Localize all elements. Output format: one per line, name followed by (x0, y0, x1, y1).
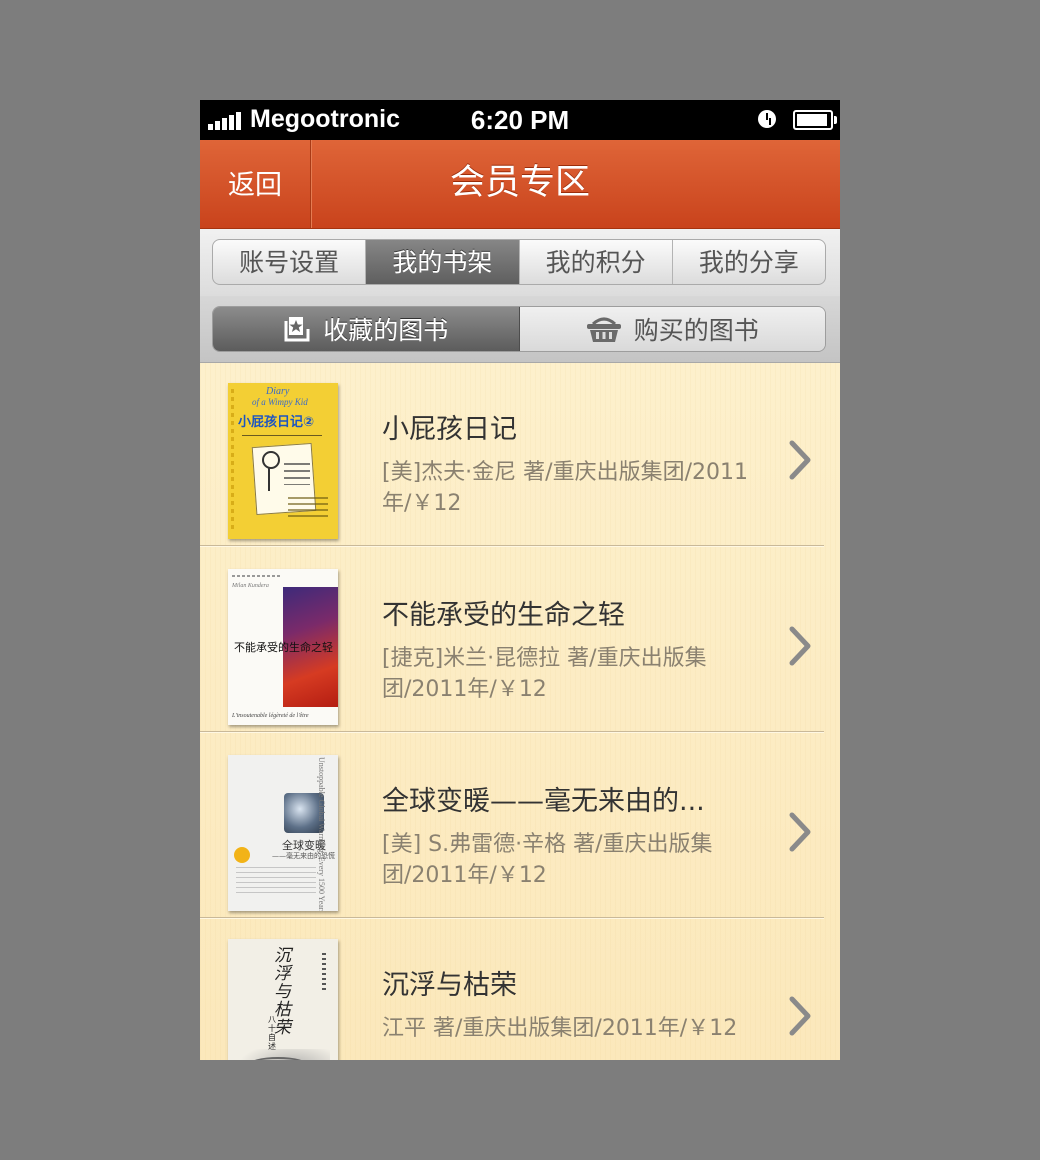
battery-icon (793, 110, 837, 130)
subtab-strip: 收藏的图书 购买的图书 (200, 296, 840, 363)
book-title: 沉浮与枯荣 (382, 970, 517, 1001)
chevron-right-icon (789, 996, 811, 1036)
status-bar: Megootronic 6:20 PM (200, 100, 840, 140)
book-cover: Diary of a Wimpy Kid 小屁孩日记② (228, 383, 338, 539)
list-item[interactable]: 全球变暖 ——毫无来由的恐慌 Unstoppable Global Warmin… (200, 735, 840, 919)
book-meta: [美] S.弗雷德·辛格 著/重庆出版集团/2011年/￥12 (382, 832, 713, 888)
list-item[interactable]: Diary of a Wimpy Kid 小屁孩日记② 小屁孩日记 [美]杰夫·… (200, 363, 840, 547)
book-meta: [美]杰夫·金尼 著/重庆出版集团/2011年/￥12 (382, 460, 748, 516)
book-cover: 沉浮与枯荣 八十自述 (228, 939, 338, 1060)
nav-bar: 返回 会员专区 (200, 140, 840, 229)
book-list: Diary of a Wimpy Kid 小屁孩日记② 小屁孩日记 [美]杰夫·… (200, 363, 840, 1060)
list-item[interactable]: Milan Kundera 不能承受的生命之轻 L'insoutenable l… (200, 549, 840, 733)
tab-account-settings[interactable]: 账号设置 (213, 240, 367, 284)
book-meta: 江平 著/重庆出版集团/2011年/￥12 (382, 1016, 738, 1041)
book-title: 不能承受的生命之轻 (382, 600, 625, 631)
tab-my-shares[interactable]: 我的分享 (673, 240, 825, 284)
tab-my-points[interactable]: 我的积分 (520, 240, 673, 284)
book-title: 全球变暖——毫无来由的... (382, 786, 705, 817)
row-divider (200, 731, 824, 733)
book-cover: Milan Kundera 不能承受的生命之轻 L'insoutenable l… (228, 569, 338, 725)
subtab-label: 收藏的图书 (323, 316, 449, 345)
book-meta: [捷克]米兰·昆德拉 著/重庆出版集团/2011年/￥12 (382, 646, 707, 702)
row-divider (200, 545, 824, 547)
chevron-right-icon (789, 812, 811, 852)
tab-my-bookshelf[interactable]: 我的书架 (366, 240, 520, 284)
subtab-bar: 收藏的图书 购买的图书 (212, 306, 826, 352)
status-time: 6:20 PM (470, 105, 570, 135)
chevron-right-icon (789, 626, 811, 666)
tab-bar: 账号设置 我的书架 我的积分 我的分享 (212, 239, 826, 285)
book-title: 小屁孩日记 (382, 414, 517, 445)
subtab-purchased-books[interactable]: 购买的图书 (519, 307, 825, 351)
subtab-favorite-books[interactable]: 收藏的图书 (213, 307, 520, 351)
clock-icon (758, 110, 776, 128)
back-button[interactable]: 返回 (200, 140, 311, 228)
chevron-right-icon (789, 440, 811, 480)
book-cover: 全球变暖 ——毫无来由的恐慌 Unstoppable Global Warmin… (228, 755, 338, 911)
basket-icon (586, 317, 621, 342)
list-item[interactable]: 沉浮与枯荣 八十自述 沉浮与枯荣 江平 著/重庆出版集团/2011年/￥12 (200, 919, 840, 1060)
star-box-icon (284, 317, 310, 342)
tab-strip: 账号设置 我的书架 我的积分 我的分享 (200, 229, 840, 296)
phone-screen: Megootronic 6:20 PM 返回 会员专区 账号设置 我的书架 我的… (200, 100, 840, 1060)
subtab-label: 购买的图书 (633, 316, 759, 345)
page-title: 会员专区 (449, 163, 590, 203)
